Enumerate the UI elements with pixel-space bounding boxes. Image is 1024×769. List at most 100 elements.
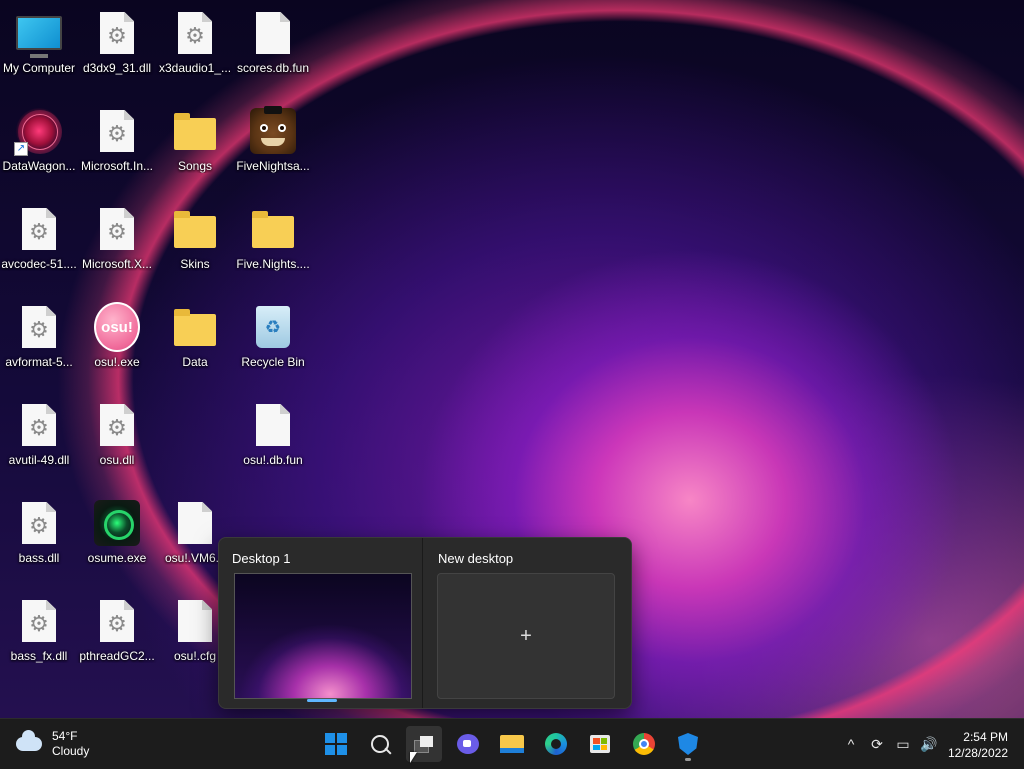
dll-file-icon: ⚙ — [94, 10, 140, 56]
desktop-icon-label: pthreadGC2... — [79, 649, 155, 663]
running-indicator — [685, 758, 691, 761]
update-icon[interactable]: ⟳ — [866, 733, 888, 755]
network-icon[interactable]: ▭ — [892, 733, 914, 755]
desktop-icon-label: osu.dll — [99, 453, 135, 467]
datawagon-app-icon: ↗ — [14, 108, 62, 156]
desktop-icon-datawagon[interactable]: ↗ DataWagon... — [0, 100, 78, 190]
search-icon — [371, 735, 389, 753]
mouse-cursor — [410, 752, 417, 763]
folder-icon — [172, 108, 218, 154]
desktop-icon-label: Songs — [177, 159, 213, 173]
desktop-icon-fivenights-app[interactable]: FiveNightsa... — [234, 100, 312, 190]
desktop-icon-avcodec[interactable]: ⚙ avcodec-51.... — [0, 198, 78, 288]
store-button[interactable] — [582, 726, 618, 762]
weather-widget[interactable]: 54°F Cloudy — [16, 729, 89, 759]
chevron-up-icon[interactable]: ^ — [840, 733, 862, 755]
new-desktop-title: New desktop — [438, 551, 514, 566]
file-explorer-button[interactable] — [494, 726, 530, 762]
desktop-icon-skins[interactable]: Skins — [156, 198, 234, 288]
desktop-icon-avutil[interactable]: ⚙ avutil-49.dll — [0, 394, 78, 484]
desktop-icon-osume[interactable]: osume.exe — [78, 492, 156, 582]
dll-file-icon: ⚙ — [16, 500, 62, 546]
new-desktop-button[interactable]: + — [437, 573, 615, 699]
taskbar: 54°F Cloudy ^ ⟳ ▭ 🔊 2:54 PM 12/28/2022 — [0, 718, 1024, 769]
monitor-icon — [16, 10, 62, 58]
task-view-divider — [422, 538, 423, 708]
dll-file-icon: ⚙ — [16, 206, 62, 252]
file-icon — [250, 402, 296, 448]
desktop-icon-osu-db[interactable]: osu!.db.fun — [234, 394, 312, 484]
current-desktop-indicator — [307, 699, 337, 702]
start-button[interactable] — [318, 726, 354, 762]
store-icon — [590, 735, 610, 753]
edge-button[interactable] — [538, 726, 574, 762]
search-button[interactable] — [362, 726, 398, 762]
file-icon — [250, 10, 296, 56]
volume-icon[interactable]: 🔊 — [918, 733, 940, 755]
desktop-icon-label: DataWagon... — [2, 159, 76, 173]
desktop-icon-x3daudio[interactable]: ⚙ x3daudio1_... — [156, 2, 234, 92]
plus-icon: + — [520, 624, 532, 647]
desktop-icon-label: My Computer — [2, 61, 76, 75]
edge-icon — [545, 733, 567, 755]
desktop-icon-label: Recycle Bin — [241, 355, 305, 369]
desktop-icon-osu-exe[interactable]: osu! osu!.exe — [78, 296, 156, 386]
task-view-icon — [414, 736, 434, 753]
desktop-icon-label: bass.dll — [18, 551, 60, 565]
desktop-icon-label: Five.Nights.... — [236, 257, 310, 271]
desktop-icon-d3dx9[interactable]: ⚙ d3dx9_31.dll — [78, 2, 156, 92]
dll-file-icon: ⚙ — [94, 206, 140, 252]
desktop-icon-label: d3dx9_31.dll — [82, 61, 152, 75]
desktop-icon-label: bass_fx.dll — [10, 649, 68, 663]
desktop-icon-label: avutil-49.dll — [8, 453, 70, 467]
dll-file-icon: ⚙ — [16, 304, 62, 350]
desktop-icon-bass[interactable]: ⚙ bass.dll — [0, 492, 78, 582]
desktop-icon-microsoft-in[interactable]: ⚙ Microsoft.In... — [78, 100, 156, 190]
folder-icon — [172, 304, 218, 350]
dll-file-icon: ⚙ — [172, 10, 218, 56]
clock[interactable]: 2:54 PM 12/28/2022 — [948, 729, 1008, 761]
folder-icon — [500, 735, 524, 753]
chat-icon — [457, 734, 479, 754]
shield-icon — [678, 733, 698, 755]
desktop-icon-label: x3daudio1_... — [158, 61, 232, 75]
desktop-icon-microsoft-x[interactable]: ⚙ Microsoft.X... — [78, 198, 156, 288]
desktop-icon-recycle-bin[interactable]: ♻ Recycle Bin — [234, 296, 312, 386]
desktop-1-title[interactable]: Desktop 1 — [232, 551, 291, 566]
chrome-icon — [633, 733, 655, 755]
desktop-icon-scores[interactable]: scores.db.fun — [234, 2, 312, 92]
desktop-icon-my-computer[interactable]: My Computer — [0, 2, 78, 92]
recycle-bin-icon: ♻ — [250, 304, 296, 350]
dll-file-icon: ⚙ — [94, 108, 140, 154]
desktop-icon-osu-dll[interactable]: ⚙ osu.dll — [78, 394, 156, 484]
task-view-flyout: Desktop 1 New desktop + — [218, 537, 632, 709]
desktop-icon-songs[interactable]: Songs — [156, 100, 234, 190]
desktop-icon-label: scores.db.fun — [236, 61, 310, 75]
weather-temperature: 54°F — [52, 729, 78, 743]
clock-time: 2:54 PM — [963, 730, 1008, 744]
freddy-app-icon — [250, 106, 296, 154]
desktop-icon-label: FiveNightsa... — [236, 159, 310, 173]
shortcut-arrow-icon: ↗ — [14, 142, 28, 156]
dll-file-icon: ⚙ — [16, 402, 62, 448]
desktop-icon-label: osume.exe — [87, 551, 147, 565]
defender-button[interactable] — [670, 726, 706, 762]
desktop-icon-label: Data — [182, 355, 208, 369]
desktop-icon-five-nights-folder[interactable]: Five.Nights.... — [234, 198, 312, 288]
desktop-icon-bass-fx[interactable]: ⚙ bass_fx.dll — [0, 590, 78, 680]
desktop-icon-pthread[interactable]: ⚙ pthreadGC2... — [78, 590, 156, 680]
chrome-button[interactable] — [626, 726, 662, 762]
osume-app-icon — [94, 500, 140, 546]
file-icon — [172, 500, 218, 546]
clock-date: 12/28/2022 — [947, 746, 1008, 760]
desktop-icon-avformat[interactable]: ⚙ avformat-5... — [0, 296, 78, 386]
chat-button[interactable] — [450, 726, 486, 762]
dll-file-icon: ⚙ — [94, 402, 140, 448]
desktop-icon-data[interactable]: Data — [156, 296, 234, 386]
weather-condition: Cloudy — [52, 744, 90, 758]
folder-icon — [250, 206, 296, 252]
osu-logo-icon: osu! — [94, 302, 140, 352]
desktop-icon-label: Microsoft.X... — [81, 257, 152, 271]
desktop-1-thumbnail[interactable] — [234, 573, 412, 699]
file-icon — [172, 598, 218, 644]
